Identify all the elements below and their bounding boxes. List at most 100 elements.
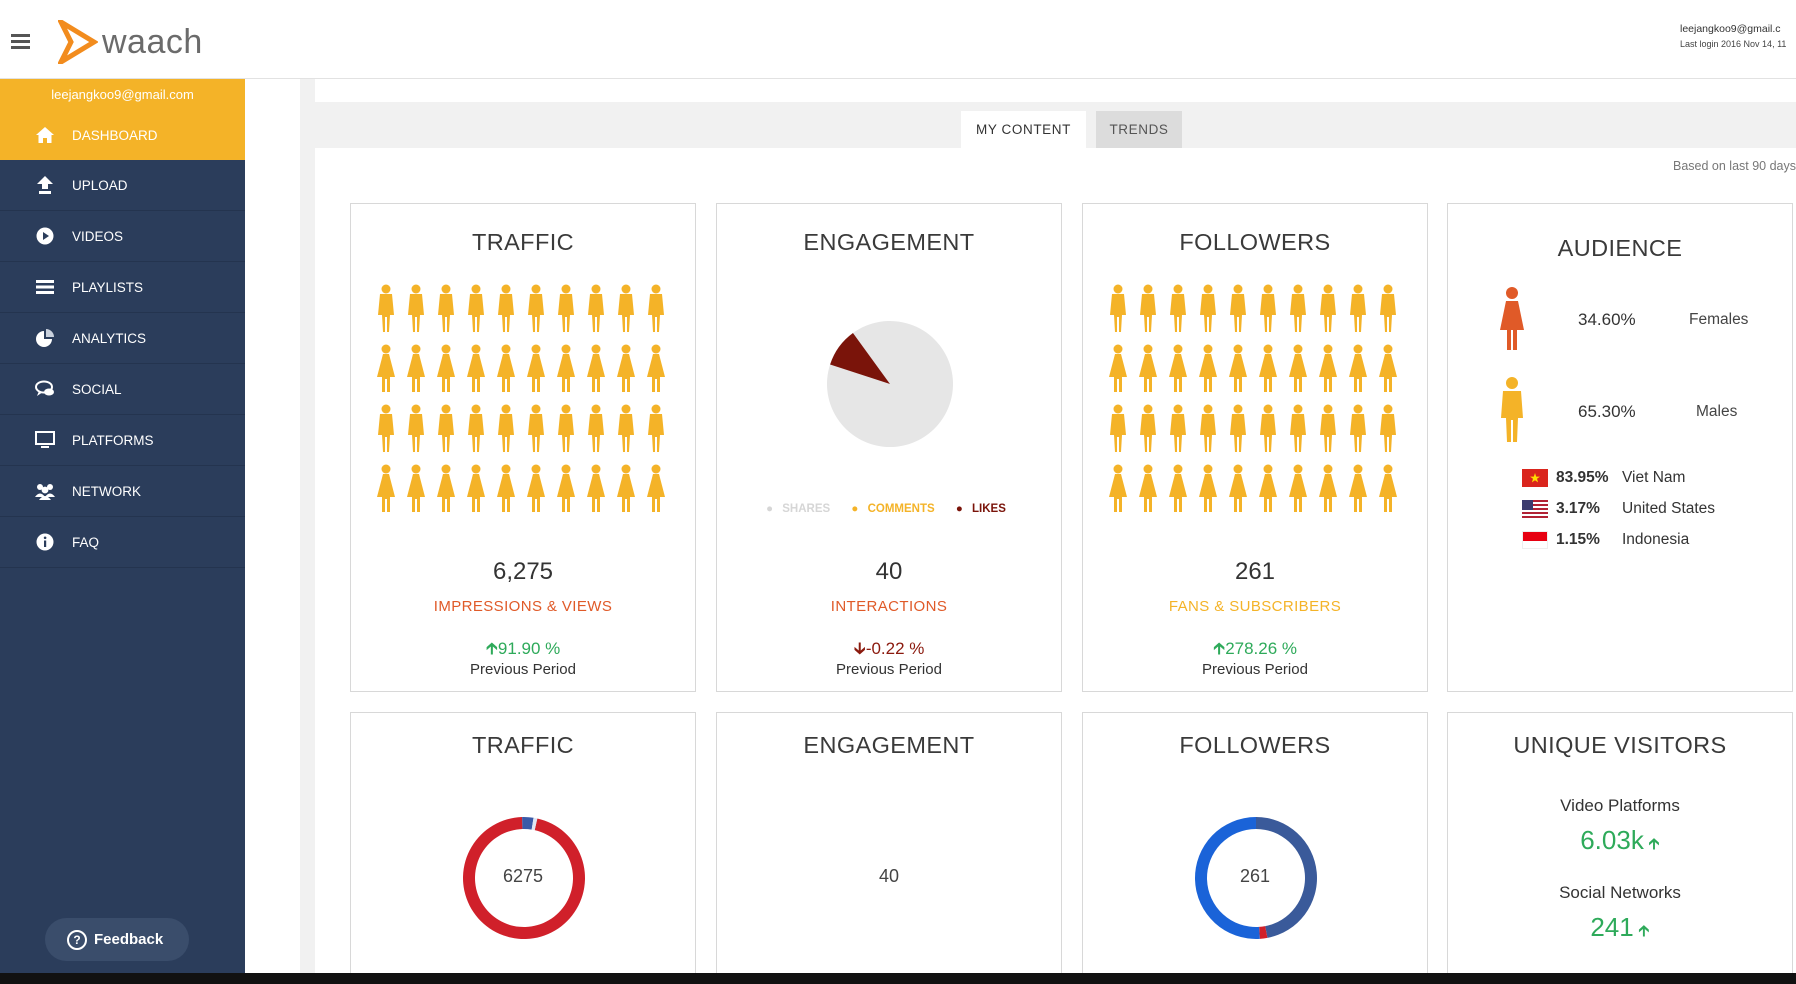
female-person-icon xyxy=(1349,464,1367,512)
sidebar-item-social[interactable]: SOCIAL xyxy=(0,364,245,415)
male-person-icon xyxy=(1380,284,1396,332)
waach-logo-mark-icon xyxy=(58,20,98,64)
top-header: waach leejangkoo9@gmail.c Last login 201… xyxy=(0,0,1796,79)
female-person-icon xyxy=(1229,344,1247,392)
female-person-icon xyxy=(1229,464,1247,512)
tab-my-content[interactable]: MY CONTENT xyxy=(961,111,1086,148)
sidebar-item-dashboard[interactable]: DASHBOARD xyxy=(0,110,245,160)
tab-trends[interactable]: TRENDS xyxy=(1096,111,1182,148)
male-person-icon xyxy=(468,404,484,452)
female-person-icon xyxy=(1349,344,1367,392)
followers-card: FOLLOWERS 261 FANS & SUBSCRIBERS 🡱278.26… xyxy=(1082,203,1428,692)
menu-toggle-icon[interactable] xyxy=(11,34,30,49)
pie-chart-icon xyxy=(34,327,56,349)
unique-visitors-card: UNIQUE VISITORS Video Platforms 6.03k 🡱 … xyxy=(1447,712,1793,982)
male-person-icon xyxy=(1200,284,1216,332)
male-person-icon xyxy=(1110,284,1126,332)
previous-period-label: Previous Period xyxy=(836,661,942,678)
previous-period-label: Previous Period xyxy=(1202,661,1308,678)
sidebar-item-label: SOCIAL xyxy=(72,381,122,397)
followers-donut-center: 261 xyxy=(1239,866,1271,886)
card-title: UNIQUE VISITORS xyxy=(1513,732,1727,758)
sidebar-item-label: PLAYLISTS xyxy=(72,279,144,295)
question-icon: ? xyxy=(67,929,87,950)
female-person-icon xyxy=(587,464,605,512)
male-person-icon xyxy=(468,284,484,332)
date-range-note: Based on last 90 days xyxy=(1673,159,1796,173)
sidebar-item-label: ANALYTICS xyxy=(72,330,147,346)
male-person-icon xyxy=(1290,404,1306,452)
sidebar-item-network[interactable]: NETWORK xyxy=(0,466,245,517)
male-label: Males xyxy=(1696,403,1738,420)
male-person-icon xyxy=(648,404,664,452)
male-person-icon xyxy=(1260,284,1276,332)
country-pct: 83.95% xyxy=(1556,469,1609,486)
sidebar-item-upload[interactable]: UPLOAD xyxy=(0,160,245,211)
feedback-label: Feedback xyxy=(94,931,164,948)
followers-change-value: 278.26 % xyxy=(1225,639,1298,658)
top-strip xyxy=(315,79,1796,102)
female-person-icon xyxy=(1109,344,1127,392)
male-person-icon xyxy=(1230,404,1246,452)
slice-blue[interactable] xyxy=(522,817,534,830)
arrow-up-icon: 🡱 xyxy=(1633,923,1650,940)
female-person-icon xyxy=(1169,344,1187,392)
video-platforms-label: Video Platforms xyxy=(1560,796,1680,815)
engagement-label: INTERACTIONS xyxy=(830,598,948,615)
female-person-icon xyxy=(1319,344,1337,392)
users-icon xyxy=(34,480,56,502)
monitor-icon xyxy=(34,429,56,451)
audience-card: AUDIENCE 34.60% Females 65.30% Males 83.… xyxy=(1447,203,1793,692)
legend-likes-label: LIKES xyxy=(972,503,1006,515)
male-person-icon xyxy=(1290,284,1306,332)
sidebar-item-faq[interactable]: FAQ xyxy=(0,517,245,568)
video-platforms-number: 6.03k xyxy=(1580,825,1644,855)
card-title: TRAFFIC xyxy=(471,229,574,255)
content-gutter-shade xyxy=(300,79,315,973)
country-row: 83.95% Viet Nam xyxy=(1522,469,1685,487)
male-person-icon xyxy=(1230,284,1246,332)
male-person-icon xyxy=(1320,404,1336,452)
card-title: AUDIENCE xyxy=(1557,235,1683,261)
card-title: TRAFFIC xyxy=(471,732,574,758)
female-person-icon xyxy=(437,344,455,392)
os-taskbar xyxy=(0,973,1796,984)
social-networks-number: 241 xyxy=(1590,912,1634,942)
indonesia-flag-icon xyxy=(1522,531,1548,549)
sidebar-item-label: FAQ xyxy=(72,534,100,550)
feedback-button[interactable]: ? Feedback xyxy=(45,918,189,961)
card-title: FOLLOWERS xyxy=(1179,732,1331,758)
male-person-icon xyxy=(528,284,544,332)
arrow-up-icon: 🡱 xyxy=(485,639,498,658)
people-grid-followers xyxy=(1109,284,1397,512)
male-person-icon xyxy=(1140,284,1156,332)
legend-shares: ● SHARES xyxy=(766,503,831,515)
female-person-icon xyxy=(617,464,635,512)
user-info[interactable]: leejangkoo9@gmail.c Last login 2016 Nov … xyxy=(1680,22,1796,52)
country-pct: 3.17% xyxy=(1556,500,1600,517)
sidebar-item-analytics[interactable]: ANALYTICS xyxy=(0,313,245,364)
waach-logo[interactable]: waach xyxy=(58,20,203,64)
sidebar-email: leejangkoo9@gmail.com xyxy=(0,79,245,110)
traffic-value: 6,275 xyxy=(492,558,554,585)
male-person-icon xyxy=(1200,404,1216,452)
engagement-donut-card: ENGAGEMENT 40 xyxy=(716,712,1062,982)
female-person-icon xyxy=(1289,344,1307,392)
traffic-donut-center: 6275 xyxy=(502,866,544,886)
followers-value: 261 xyxy=(1234,558,1276,585)
play-icon xyxy=(34,225,56,247)
male-person-icon xyxy=(1350,404,1366,452)
female-person-icon xyxy=(467,344,485,392)
female-person-icon xyxy=(587,344,605,392)
video-platforms-value: 6.03k 🡱 xyxy=(1448,825,1792,860)
sidebar-item-videos[interactable]: VIDEOS xyxy=(0,211,245,262)
traffic-donut-card: TRAFFIC 6275 xyxy=(350,712,696,982)
sidebar-item-platforms[interactable]: PLATFORMS xyxy=(0,415,245,466)
sidebar-item-label: NETWORK xyxy=(72,483,141,499)
female-person-icon xyxy=(1319,464,1337,512)
sidebar-item-playlists[interactable]: PLAYLISTS xyxy=(0,262,245,313)
female-person-icon xyxy=(497,344,515,392)
brand-name: waach xyxy=(102,22,203,61)
female-person-icon xyxy=(1139,464,1157,512)
card-title: ENGAGEMENT xyxy=(803,732,975,758)
